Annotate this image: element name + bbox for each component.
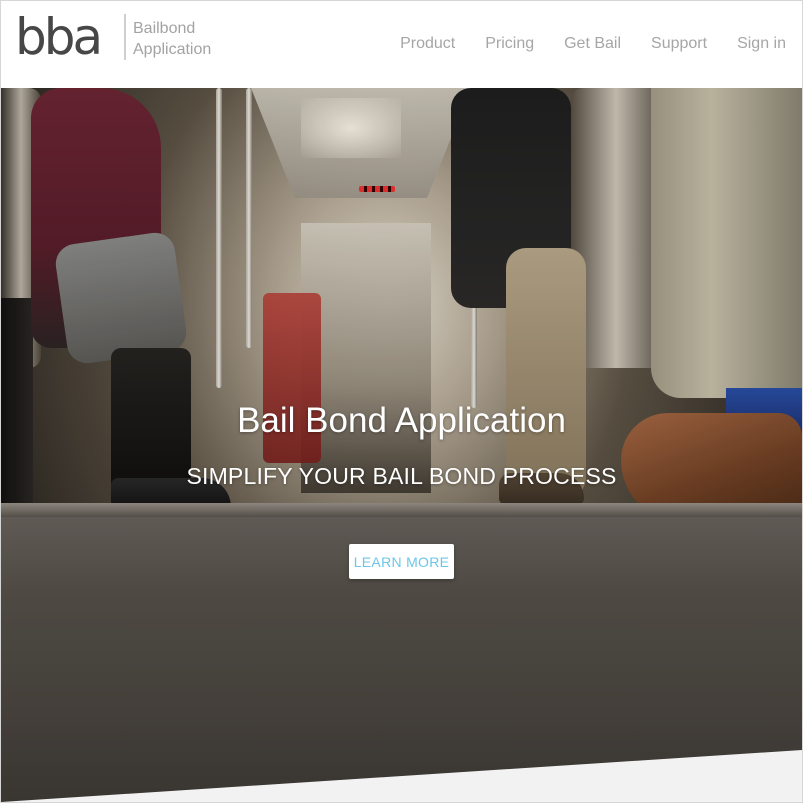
hero-section: Bail Bond Application SIMPLIFY YOUR BAIL… [1, 88, 802, 802]
hero-overlay [1, 88, 802, 802]
nav-product[interactable]: Product [400, 35, 455, 53]
main-nav: Product Pricing Get Bail Support Sign in [400, 35, 786, 53]
hero-subtitle: SIMPLIFY YOUR BAIL BOND PROCESS [186, 463, 617, 489]
brand-subtitle-line2: Application [133, 41, 212, 58]
brand-subtitle: Bailbond Application [133, 18, 211, 60]
nav-pricing[interactable]: Pricing [485, 35, 534, 53]
brand-logo[interactable]: bba [15, 7, 103, 67]
nav-support[interactable]: Support [651, 35, 707, 53]
brand-subtitle-line1: Bailbond [133, 20, 196, 37]
nav-sign-in[interactable]: Sign in [737, 35, 786, 53]
learn-more-button[interactable]: LEARN MORE [349, 544, 454, 579]
nav-get-bail[interactable]: Get Bail [564, 35, 621, 53]
site-header: bba Bailbond Application Product Pricing… [1, 1, 802, 88]
logo-divider [124, 14, 126, 60]
hero-title: Bail Bond Application [237, 401, 566, 440]
page: bba Bailbond Application Product Pricing… [0, 0, 803, 803]
